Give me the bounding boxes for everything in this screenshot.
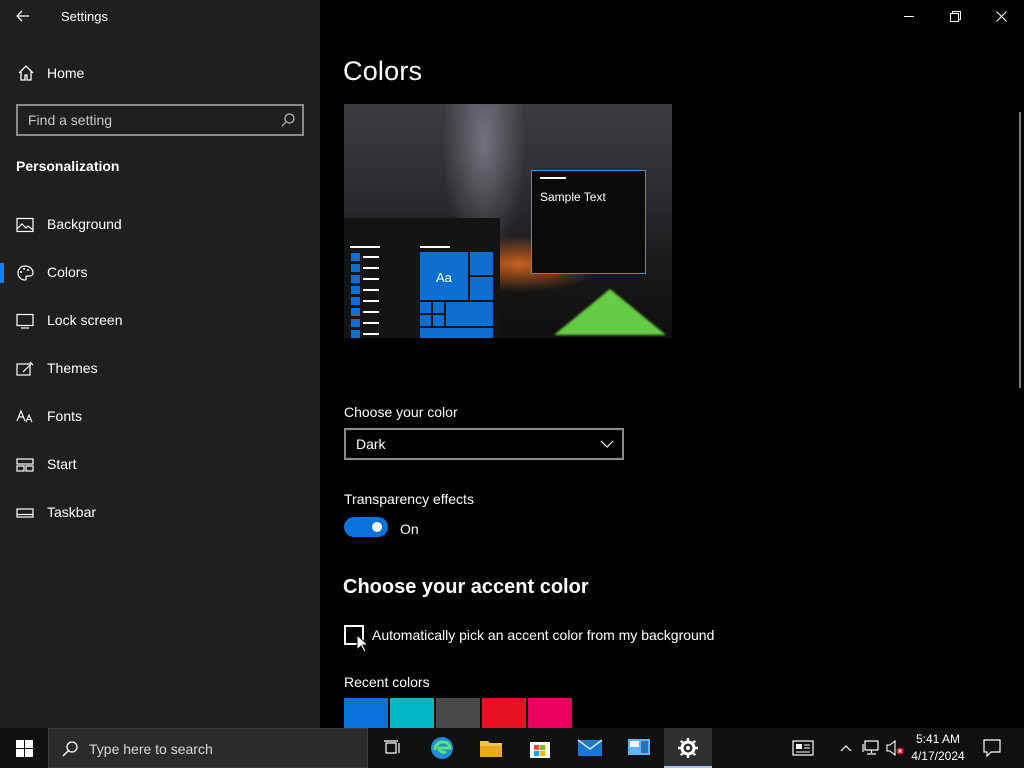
- gear-icon: [678, 738, 698, 758]
- taskbar-edge[interactable]: [418, 728, 466, 768]
- control-panel-icon: [628, 739, 650, 755]
- taskbar: Type here to search 5:41 AM 4/17/2024: [0, 728, 1024, 768]
- lock-screen-icon: [16, 313, 34, 329]
- recent-color-swatch[interactable]: [482, 698, 526, 728]
- clock-time: 5:41 AM: [915, 732, 961, 746]
- store-icon: [530, 742, 550, 758]
- home-label: Home: [47, 65, 85, 81]
- back-button[interactable]: [8, 2, 38, 30]
- preview-start-menu: Aa: [344, 218, 500, 338]
- action-center-button[interactable]: [978, 728, 1006, 768]
- search-icon: [62, 741, 78, 757]
- news-widget[interactable]: [786, 728, 820, 768]
- main-content: Colors Aa Sample Text Choose your color …: [320, 0, 1024, 728]
- sidebar-item-label: Taskbar: [47, 504, 97, 520]
- home-nav[interactable]: Home: [0, 58, 320, 88]
- taskbar-mail[interactable]: [566, 728, 614, 768]
- taskbar-store[interactable]: [516, 728, 564, 768]
- taskbar-search-text: Type here to search: [89, 741, 213, 757]
- sidebar-item-lock-screen[interactable]: Lock screen: [0, 301, 320, 341]
- minimize-icon: [904, 16, 914, 17]
- clock-date: 4/17/2024: [911, 749, 965, 763]
- sidebar-item-label: Lock screen: [47, 312, 123, 328]
- fonts-icon: [16, 409, 33, 423]
- taskbar-control-panel[interactable]: [615, 728, 663, 768]
- sidebar-item-themes[interactable]: Themes: [0, 349, 320, 389]
- sidebar-item-label: Start: [47, 456, 77, 472]
- sidebar-item-label: Fonts: [47, 408, 83, 424]
- restore-button[interactable]: [932, 0, 978, 32]
- search-icon[interactable]: [280, 112, 296, 128]
- recent-color-swatch[interactable]: [528, 698, 572, 728]
- recent-color-swatch[interactable]: [390, 698, 434, 728]
- section-title: Personalization: [16, 158, 120, 174]
- chevron-down-icon: [600, 440, 614, 448]
- preview-sample-window: Sample Text: [531, 170, 646, 274]
- scrollbar[interactable]: [1019, 112, 1021, 388]
- toggle-knob: [372, 522, 382, 532]
- sidebar: Settings Home Personalization Background…: [0, 0, 320, 728]
- sidebar-item-start[interactable]: Start: [0, 445, 320, 485]
- clock[interactable]: 5:41 AM 4/17/2024: [908, 731, 968, 765]
- transparency-state: On: [400, 521, 419, 537]
- news-icon: [792, 740, 814, 756]
- sidebar-item-colors[interactable]: Colors: [0, 253, 320, 293]
- taskbar-icon: [16, 508, 34, 518]
- volume-muted-icon: [886, 740, 904, 756]
- choose-color-value: Dark: [356, 436, 386, 452]
- sidebar-item-label: Themes: [47, 360, 98, 376]
- page-title: Colors: [343, 56, 423, 86]
- close-button[interactable]: [978, 0, 1024, 32]
- start-button[interactable]: [0, 728, 48, 768]
- transparency-toggle[interactable]: [344, 517, 388, 537]
- home-icon: [18, 65, 34, 81]
- volume-status[interactable]: [884, 728, 906, 768]
- taskbar-file-explorer[interactable]: [467, 728, 515, 768]
- notification-icon: [983, 739, 1001, 757]
- recent-color-swatch[interactable]: [344, 698, 388, 728]
- chevron-up-icon: [840, 745, 852, 752]
- mouse-cursor-icon: [356, 634, 368, 653]
- search-input[interactable]: [28, 111, 268, 129]
- show-hidden-icons[interactable]: [836, 728, 856, 768]
- transparency-label: Transparency effects: [344, 491, 474, 507]
- sidebar-item-taskbar[interactable]: Taskbar: [0, 493, 320, 533]
- themes-icon: [16, 361, 34, 376]
- mail-icon: [577, 739, 603, 756]
- sidebar-item-label: Colors: [47, 264, 88, 280]
- restore-icon: [949, 10, 961, 22]
- windows-logo-icon: [15, 739, 33, 757]
- choose-color-label: Choose your color: [344, 404, 458, 420]
- folder-icon: [480, 741, 502, 757]
- app-title: Settings: [61, 9, 108, 24]
- network-status[interactable]: [860, 728, 882, 768]
- edge-browser-icon: [431, 737, 453, 759]
- close-icon: [995, 10, 1007, 22]
- sidebar-item-fonts[interactable]: Fonts: [0, 397, 320, 437]
- sidebar-item-background[interactable]: Background: [0, 205, 320, 245]
- theme-preview: Aa Sample Text: [344, 104, 672, 338]
- task-view-button[interactable]: [368, 728, 416, 768]
- recent-colors-label: Recent colors: [344, 674, 430, 690]
- recent-color-swatch[interactable]: [436, 698, 480, 728]
- search-box[interactable]: [16, 104, 304, 136]
- task-view-icon: [384, 740, 400, 754]
- accent-heading: Choose your accent color: [343, 576, 589, 598]
- minimize-button[interactable]: [886, 0, 932, 32]
- start-icon: [16, 458, 34, 472]
- preview-tent-image: [554, 289, 666, 335]
- palette-icon: [17, 265, 34, 281]
- choose-color-dropdown[interactable]: Dark: [344, 428, 624, 460]
- preview-tile-text: Aa: [436, 270, 452, 285]
- back-arrow-icon: [16, 10, 29, 22]
- preview-sample-text: Sample Text: [540, 190, 606, 204]
- sidebar-item-label: Background: [47, 216, 122, 232]
- auto-accent-label[interactable]: Automatically pick an accent color from …: [372, 627, 714, 643]
- picture-icon: [16, 217, 34, 233]
- taskbar-search-box[interactable]: Type here to search: [48, 728, 368, 768]
- network-icon: [862, 740, 879, 755]
- taskbar-settings[interactable]: [664, 728, 712, 768]
